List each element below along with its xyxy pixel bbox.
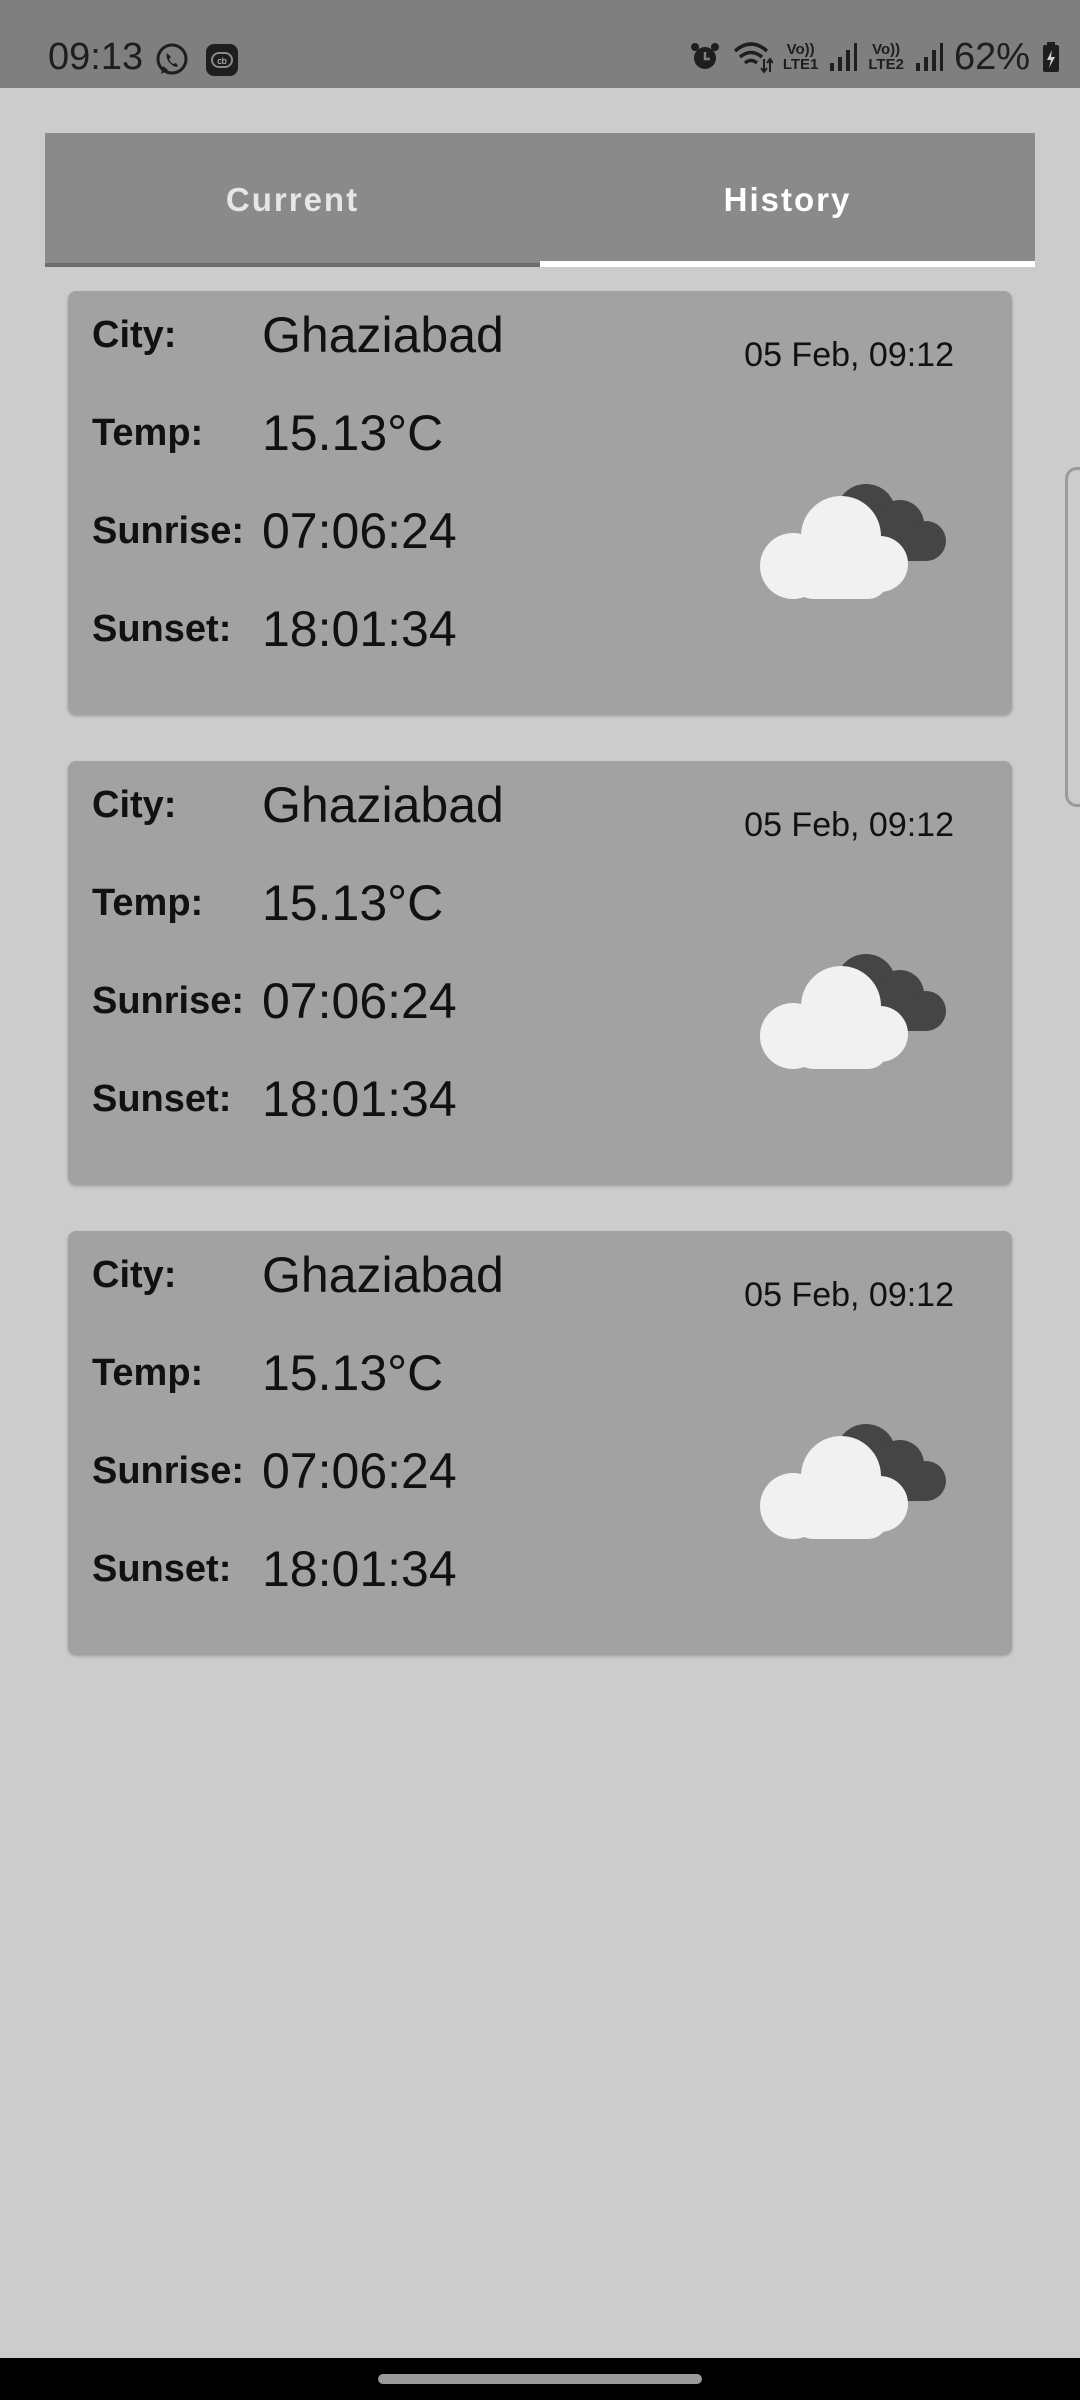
sunset-row: Sunset: 18:01:34 bbox=[92, 1539, 457, 1599]
temp-row: Temp: 15.13°C bbox=[92, 873, 443, 933]
sunset-row: Sunset: 18:01:34 bbox=[92, 599, 457, 659]
record-timestamp: 05 Feb, 09:12 bbox=[744, 336, 954, 374]
sunrise-label: Sunrise: bbox=[92, 1449, 245, 1492]
sunset-label: Sunset: bbox=[92, 1077, 232, 1120]
sunset-row: Sunset: 18:01:34 bbox=[92, 1069, 457, 1129]
city-label: City: bbox=[92, 783, 177, 826]
whatsapp-icon bbox=[156, 43, 188, 75]
sunset-value: 18:01:34 bbox=[262, 601, 457, 657]
cloudy-icon bbox=[760, 1424, 946, 1539]
sunset-value: 18:01:34 bbox=[262, 1071, 457, 1127]
tab-bar: Current History bbox=[45, 133, 1035, 267]
history-card[interactable]: City: Ghaziabad Temp: 15.13°C Sunrise: 0… bbox=[68, 1231, 1012, 1654]
city-label: City: bbox=[92, 1253, 177, 1296]
edge-panel-handle[interactable] bbox=[1065, 467, 1080, 807]
tab-current[interactable]: Current bbox=[45, 133, 540, 267]
temp-label: Temp: bbox=[92, 411, 204, 454]
temp-label: Temp: bbox=[92, 1351, 204, 1394]
navigation-bar bbox=[0, 2358, 1080, 2400]
sunset-label: Sunset: bbox=[92, 1547, 232, 1590]
cb-app-icon: cb bbox=[206, 44, 238, 76]
temp-value: 15.13°C bbox=[262, 1345, 444, 1401]
battery-charging-icon bbox=[1043, 42, 1059, 72]
city-row: City: Ghaziabad bbox=[92, 775, 504, 835]
sunrise-label: Sunrise: bbox=[92, 509, 245, 552]
status-time: 09:13 bbox=[48, 36, 144, 78]
city-row: City: Ghaziabad bbox=[92, 1245, 504, 1305]
sunrise-row: Sunrise: 07:06:24 bbox=[92, 501, 457, 561]
sunrise-value: 07:06:24 bbox=[262, 503, 457, 559]
alarm-icon bbox=[690, 43, 719, 69]
sunrise-value: 07:06:24 bbox=[262, 973, 457, 1029]
record-timestamp: 05 Feb, 09:12 bbox=[744, 1276, 954, 1314]
record-timestamp: 05 Feb, 09:12 bbox=[744, 806, 954, 844]
city-value: Ghaziabad bbox=[262, 777, 504, 833]
temp-value: 15.13°C bbox=[262, 405, 444, 461]
city-value: Ghaziabad bbox=[262, 307, 504, 363]
home-gesture-handle[interactable] bbox=[378, 2374, 702, 2384]
temp-value: 15.13°C bbox=[262, 875, 444, 931]
history-card[interactable]: City: Ghaziabad Temp: 15.13°C Sunrise: 0… bbox=[68, 761, 1012, 1184]
sunset-value: 18:01:34 bbox=[262, 1541, 457, 1597]
sunrise-label: Sunrise: bbox=[92, 979, 245, 1022]
city-value: Ghaziabad bbox=[262, 1247, 504, 1303]
temp-row: Temp: 15.13°C bbox=[92, 1343, 443, 1403]
sunrise-value: 07:06:24 bbox=[262, 1443, 457, 1499]
city-label: City: bbox=[92, 313, 177, 356]
cloudy-icon bbox=[760, 954, 946, 1069]
city-row: City: Ghaziabad bbox=[92, 305, 504, 365]
tab-divider bbox=[45, 263, 540, 267]
cloudy-icon bbox=[760, 484, 946, 599]
wifi-icon bbox=[733, 42, 773, 74]
sunset-label: Sunset: bbox=[92, 607, 232, 650]
active-tab-indicator bbox=[540, 261, 1035, 267]
tab-current-label: Current bbox=[225, 181, 360, 218]
sunrise-row: Sunrise: 07:06:24 bbox=[92, 1441, 457, 1501]
signal-icon bbox=[830, 43, 858, 71]
battery-percent: 62% bbox=[953, 36, 1030, 78]
sim2-label: Vo)) LTE2 bbox=[868, 41, 904, 73]
sunrise-row: Sunrise: 07:06:24 bbox=[92, 971, 457, 1031]
sim1-label: Vo)) LTE1 bbox=[782, 41, 819, 73]
tab-history[interactable]: History bbox=[540, 133, 1035, 267]
history-card[interactable]: City: Ghaziabad Temp: 15.13°C Sunrise: 0… bbox=[68, 291, 1012, 714]
temp-row: Temp: 15.13°C bbox=[92, 403, 443, 463]
tab-history-label: History bbox=[723, 181, 852, 218]
signal-icon bbox=[915, 43, 943, 71]
temp-label: Temp: bbox=[92, 881, 204, 924]
svg-text:cb: cb bbox=[217, 56, 227, 66]
status-bar: 09:13 cb Vo)) LTE1 Vo)) LTE2 62% bbox=[0, 0, 1080, 88]
